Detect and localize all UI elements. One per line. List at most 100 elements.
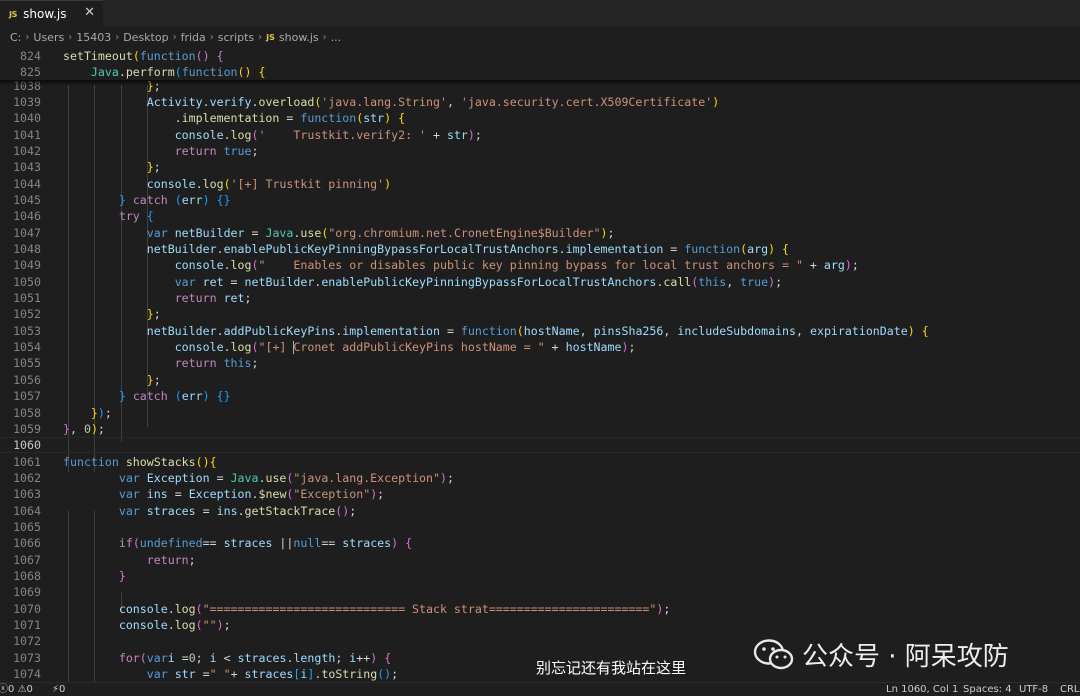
code-token: . [216, 242, 224, 256]
brand-text: 公众号 · 阿呆攻防 [802, 642, 1009, 672]
code-line[interactable]: 1070 console.log("======================… [0, 601, 1080, 617]
line-number: 1071 [13, 618, 41, 633]
code-line[interactable]: 1041 console.log(' Trustkit.verify2: ' +… [0, 127, 1080, 143]
code-token: var [118, 470, 140, 485]
code-line[interactable]: 1052 }; [0, 306, 1080, 322]
code-line[interactable]: 1061 function showStacks(){ [0, 454, 1080, 470]
code-token: , [663, 323, 678, 338]
code-text: console.log('[+] Trustkit pinning') [63, 176, 391, 192]
cursor-position[interactable]: Ln 1060, Col 1 [886, 683, 958, 696]
code-token: ins [146, 487, 168, 502]
code-line[interactable]: 824 setTimeout(function() { [0, 47, 1080, 64]
code-token: log [230, 258, 252, 273]
line-number: 1045 [13, 192, 41, 207]
code-line[interactable]: 1059}, 0); [0, 421, 1080, 437]
code-token: ( [174, 389, 182, 404]
code-line[interactable]: 1057 } catch (err) {} [0, 388, 1080, 404]
breadcrumb-file[interactable]: show.js [279, 31, 319, 44]
breadcrumb-symbol[interactable]: ... [331, 31, 342, 44]
code-token: } [118, 192, 126, 207]
code-line[interactable]: 1055 return this; [0, 355, 1080, 371]
breadcrumb: C: › Users › 15403 › Desktop › frida › script… [0, 27, 1080, 47]
line-number: 1042 [13, 143, 41, 158]
code-token: ; [153, 160, 161, 175]
code-token: function [181, 64, 238, 79]
code-text: console.log(' Trustkit.verify2: ' + str)… [63, 127, 482, 143]
code-token: this [698, 274, 727, 289]
tab-show-js[interactable]: JS show.js ✕ [0, 0, 103, 27]
indentation[interactable]: Spaces: 4 [963, 683, 1012, 696]
code-line[interactable]: 1066 if(undefined== straces ||null== str… [0, 535, 1080, 551]
code-line[interactable]: 1048 netBuilder.enablePublicKeyPinningBy… [0, 241, 1080, 257]
code-line[interactable]: 825 Java.perform(function() { [0, 63, 1080, 81]
line-number: 1060 [13, 438, 41, 453]
code-line[interactable]: 1067 return; [0, 552, 1080, 568]
code-token: ) [844, 258, 852, 273]
code-line[interactable]: 1069 [0, 584, 1080, 600]
code-line[interactable]: 1049 console.log(" Enables or disables p… [0, 257, 1080, 273]
code-line[interactable]: 1046 try { [0, 208, 1080, 224]
code-line[interactable]: 1042 return true; [0, 143, 1080, 159]
code-text: netBuilder.addPublicKeyPins.implementati… [63, 323, 929, 339]
problems-indicator[interactable]: ⓧ0 ⚠0 [0, 683, 33, 696]
code-line[interactable]: 1043 }; [0, 159, 1080, 175]
line-number: 1041 [13, 127, 41, 142]
code-line[interactable]: 1058 }); [0, 405, 1080, 421]
breadcrumb-scripts[interactable]: scripts [218, 31, 254, 44]
breadcrumb-frida[interactable]: frida [181, 31, 206, 44]
code-line[interactable]: 1040 .implementation = function(str) { [0, 110, 1080, 126]
code-token: this [223, 356, 252, 371]
code-token: { [384, 650, 392, 665]
code-token: ins [216, 503, 238, 518]
code-token: ) [600, 225, 608, 240]
code-line[interactable]: 1047 var netBuilder = Java.use("org.chro… [0, 225, 1080, 241]
code-token: ( [195, 601, 203, 616]
code-editor[interactable]: 1038 };1039 Activity.verify.overload('ja… [0, 47, 1080, 682]
code-token: ; [251, 356, 259, 371]
code-token: length [293, 650, 336, 665]
breadcrumb-user[interactable]: 15403 [76, 31, 111, 44]
code-token: err [181, 192, 203, 207]
code-line[interactable]: 1044 console.log('[+] Trustkit pinning') [0, 176, 1080, 192]
code-line[interactable]: 1065 [0, 519, 1080, 535]
breadcrumb-desktop[interactable]: Desktop [123, 31, 168, 44]
code-token: implementation [181, 111, 280, 126]
code-line[interactable]: 1060 [0, 437, 1080, 453]
code-line[interactable]: 1056 }; [0, 372, 1080, 388]
code-text: }; [63, 306, 161, 322]
breadcrumb-drive[interactable]: C: [10, 31, 21, 44]
line-ending[interactable]: CRLF [1060, 683, 1080, 696]
code-token: getStackTrace [244, 503, 336, 518]
breadcrumb-users[interactable]: Users [33, 31, 64, 44]
code-line[interactable]: 1051 return ret; [0, 290, 1080, 306]
code-token: ; [377, 487, 385, 502]
code-token: " " [209, 667, 231, 682]
ports-indicator[interactable]: ⚡0 [52, 683, 65, 696]
code-line[interactable]: 1050 var ret = netBuilder.enablePublicKe… [0, 274, 1080, 290]
code-line[interactable]: 1053 netBuilder.addPublicKeyPins.impleme… [0, 323, 1080, 339]
code-text: var str =" "+ straces[i].toString(); [63, 666, 398, 682]
chevron-right-icon: › [115, 31, 120, 43]
code-line[interactable]: 1039 Activity.verify.overload('java.lang… [0, 94, 1080, 110]
code-line[interactable]: 1064 var straces = ins.getStackTrace(); [0, 503, 1080, 519]
line-number: 1063 [13, 487, 41, 502]
error-icon: ⓧ [0, 684, 8, 695]
code-line[interactable]: 1063 var ins = Exception.$new("Exception… [0, 486, 1080, 502]
code-line[interactable]: 1062 var Exception = Java.use("java.lang… [0, 470, 1080, 486]
close-icon[interactable]: ✕ [84, 5, 95, 20]
line-number: 1064 [13, 503, 41, 518]
encoding[interactable]: UTF-8 [1019, 683, 1048, 696]
code-line[interactable]: 1045 } catch (err) {} [0, 192, 1080, 208]
code-token: straces [237, 650, 287, 665]
code-line[interactable]: 1068 } [0, 568, 1080, 584]
code-line[interactable]: 1071 console.log(""); [0, 617, 1080, 633]
code-token: () [335, 503, 350, 518]
code-line[interactable]: 1054 console.log("[+] Cronet addPublicKe… [0, 339, 1080, 355]
chevron-right-icon: › [68, 31, 73, 43]
